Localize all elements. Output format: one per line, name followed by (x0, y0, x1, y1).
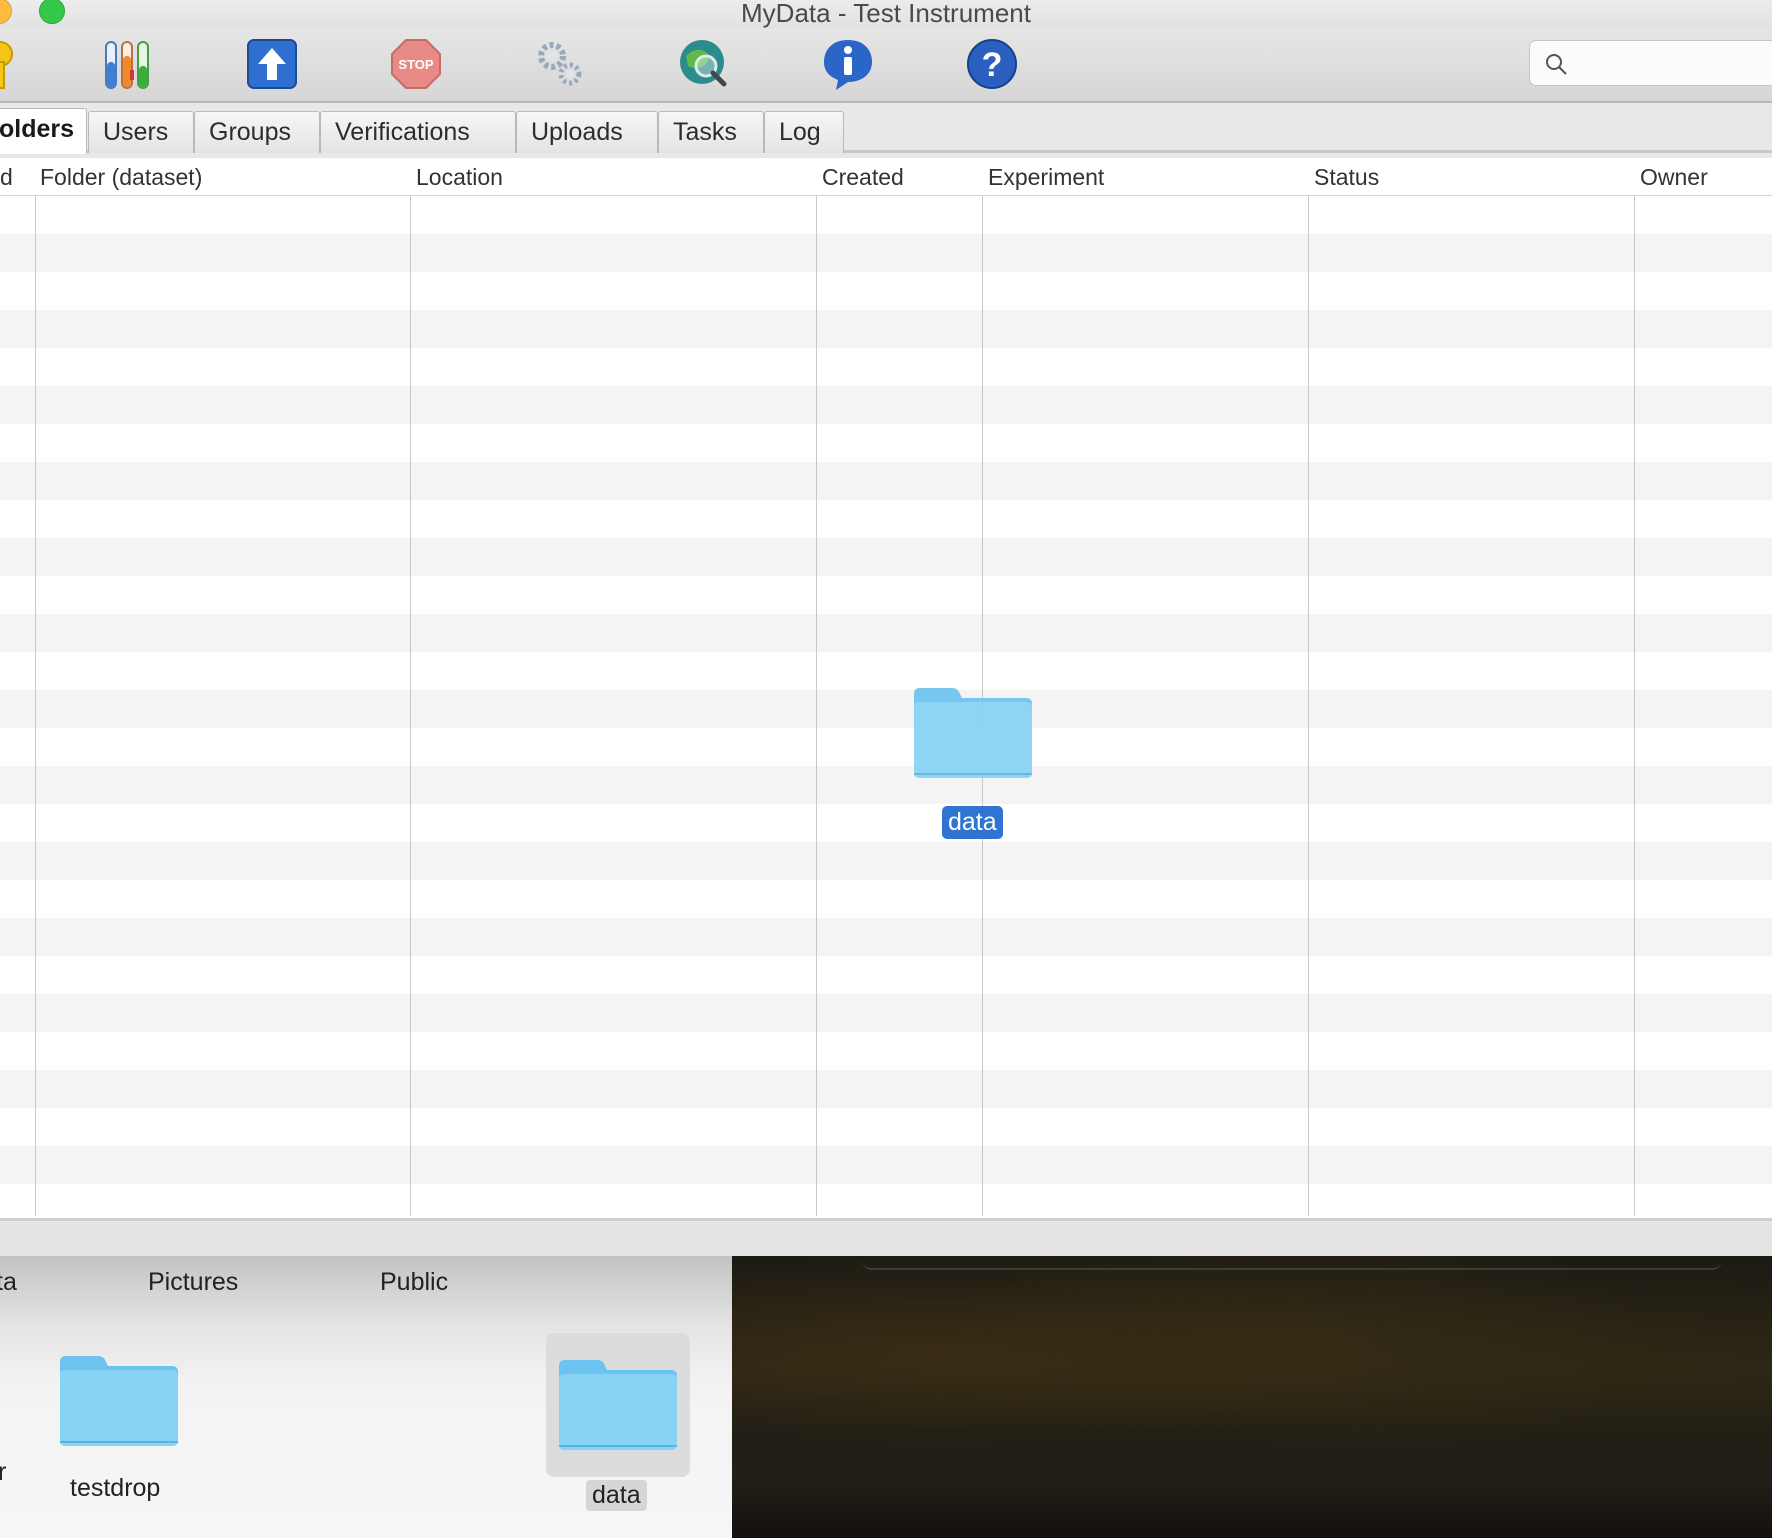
search-input[interactable] (1576, 47, 1766, 79)
table-row[interactable] (0, 1108, 1772, 1146)
finder-item-label[interactable]: data (586, 1480, 647, 1511)
table-row[interactable] (0, 1146, 1772, 1184)
settings-gears-icon[interactable] (532, 36, 588, 92)
svg-text:?: ? (982, 46, 1003, 84)
window-shadow-edge (862, 1256, 1722, 1270)
title-bar: MyData - Test Instrument (0, 0, 1772, 28)
globe-search-icon[interactable] (676, 36, 732, 92)
table-row[interactable] (0, 1184, 1772, 1218)
tab-folders[interactable]: olders (0, 108, 87, 154)
column-location[interactable]: Location (416, 164, 503, 191)
test-tubes-icon[interactable] (100, 36, 156, 92)
table-row[interactable] (0, 538, 1772, 576)
search-field[interactable] (1529, 40, 1772, 86)
finder-window: ta Pictures Public r testdrop data (0, 1256, 732, 1538)
table-row[interactable] (0, 690, 1772, 728)
table-row[interactable] (0, 728, 1772, 766)
tab-groups[interactable]: Groups (194, 111, 320, 153)
tab-log[interactable]: Log (764, 111, 844, 153)
folder-icon[interactable] (58, 1352, 180, 1448)
table-row[interactable] (0, 1032, 1772, 1070)
column-divider[interactable] (1634, 158, 1635, 1216)
table-row[interactable] (0, 424, 1772, 462)
column-status[interactable]: Status (1314, 164, 1379, 191)
status-strip (0, 1218, 1772, 1256)
table-row[interactable] (0, 918, 1772, 956)
dragged-folder-label: data (942, 806, 1003, 839)
column-id[interactable]: d (0, 164, 13, 191)
tab-users[interactable]: Users (88, 111, 194, 153)
table-row[interactable] (0, 576, 1772, 614)
table-body (0, 196, 1772, 1218)
svg-text:STOP: STOP (398, 57, 433, 72)
dragged-folder-icon[interactable] (912, 684, 1034, 780)
table-row[interactable] (0, 272, 1772, 310)
desktop-wallpaper (732, 1256, 1772, 1538)
table-row[interactable] (0, 500, 1772, 538)
table-row[interactable] (0, 652, 1772, 690)
finder-column-label[interactable]: ta (0, 1268, 17, 1297)
folder-icon[interactable] (557, 1356, 679, 1452)
tab-uploads[interactable]: Uploads (516, 111, 658, 153)
table-row[interactable] (0, 462, 1772, 500)
table-row[interactable] (0, 956, 1772, 994)
table-row[interactable] (0, 994, 1772, 1032)
table-row[interactable] (0, 386, 1772, 424)
window-title: MyData - Test Instrument (741, 0, 1031, 28)
table-row[interactable] (0, 348, 1772, 386)
column-created[interactable]: Created (822, 164, 904, 191)
table-row[interactable] (0, 842, 1772, 880)
info-icon[interactable] (820, 36, 876, 92)
table-row[interactable] (0, 1070, 1772, 1108)
column-folder[interactable]: Folder (dataset) (40, 164, 202, 191)
column-divider[interactable] (1308, 158, 1309, 1216)
search-icon (1546, 54, 1567, 75)
table-row[interactable] (0, 880, 1772, 918)
tab-bar: olders Users Groups Verifications Upload… (0, 105, 1772, 154)
table-header: d Folder (dataset) Location Created Expe… (0, 158, 1772, 196)
tab-tasks[interactable]: Tasks (658, 111, 764, 153)
finder-item-label[interactable]: testdrop (70, 1474, 160, 1503)
folders-table[interactable]: d Folder (dataset) Location Created Expe… (0, 158, 1772, 1218)
column-divider[interactable] (410, 158, 411, 1216)
column-experiment[interactable]: Experiment (988, 164, 1104, 191)
upload-arrow-icon[interactable] (244, 36, 300, 92)
table-row[interactable] (0, 614, 1772, 652)
help-icon[interactable]: ? (964, 36, 1020, 92)
table-row[interactable] (0, 766, 1772, 804)
table-row[interactable] (0, 196, 1772, 234)
table-row[interactable] (0, 310, 1772, 348)
column-divider[interactable] (35, 158, 36, 1216)
finder-column-label[interactable]: Public (380, 1268, 448, 1297)
toolbar: STOP ? (0, 28, 1772, 103)
column-owner[interactable]: Owner (1640, 164, 1708, 191)
key-icon[interactable] (0, 36, 16, 92)
column-divider[interactable] (816, 158, 817, 1216)
table-row[interactable] (0, 234, 1772, 272)
tab-verifications[interactable]: Verifications (320, 111, 516, 153)
table-row[interactable] (0, 804, 1772, 842)
finder-column-label[interactable]: Pictures (148, 1268, 238, 1297)
finder-item-label[interactable]: r (0, 1458, 6, 1487)
stop-icon[interactable]: STOP (388, 36, 444, 92)
